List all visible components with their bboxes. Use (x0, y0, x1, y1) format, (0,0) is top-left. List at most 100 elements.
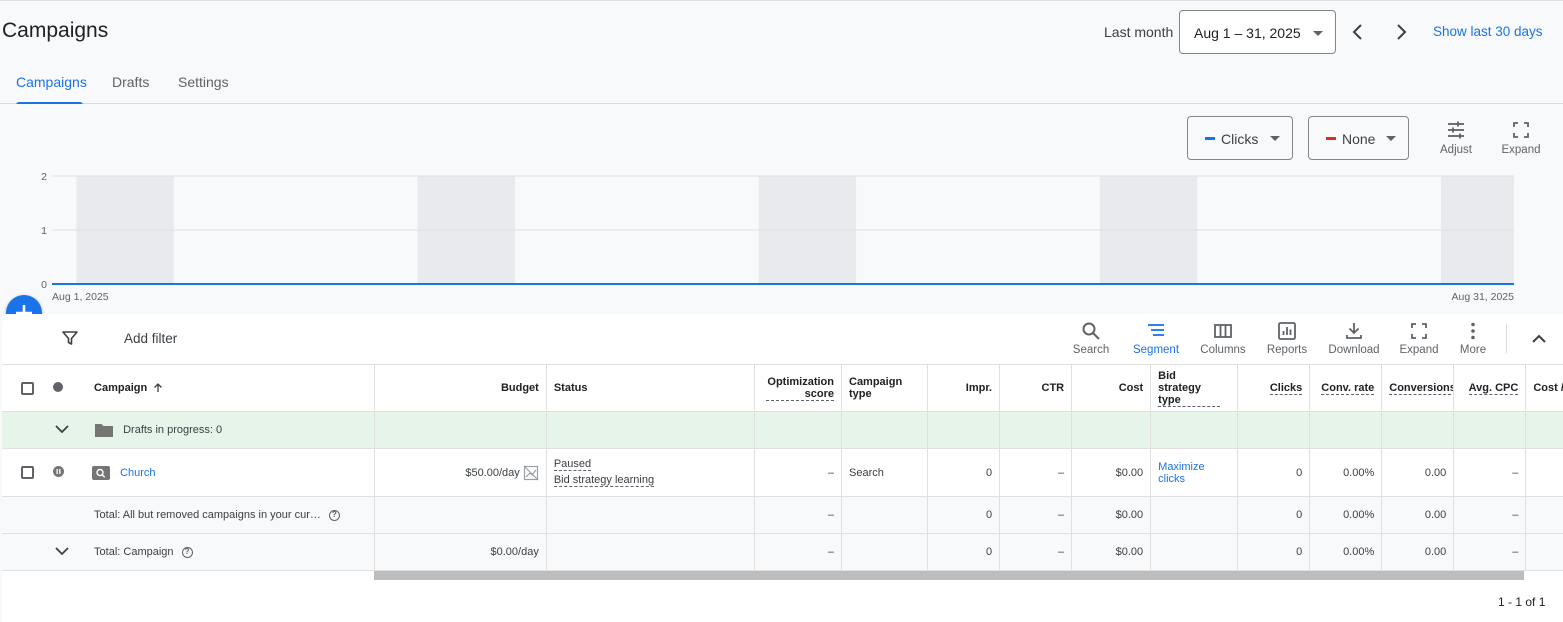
total-all-cost: $0.00 (1071, 496, 1152, 534)
download-label: Download (1328, 344, 1380, 356)
adjust-chart-button[interactable]: Adjust (1431, 120, 1481, 156)
tab-campaigns[interactable]: Campaigns (16, 74, 87, 90)
campaigns-table-panel: Add filter Search Segment Columns Report… (2, 314, 1563, 622)
tab-drafts[interactable]: Drafts (112, 74, 149, 90)
reports-label: Reports (1266, 344, 1308, 356)
avg-cpc-header-label: Avg. CPC (1468, 381, 1519, 395)
filter-icon[interactable] (62, 330, 78, 346)
drafts-row[interactable]: Drafts in progress: 0 (2, 411, 1563, 449)
date-range-picker[interactable]: Aug 1 – 31, 2025 (1179, 10, 1336, 54)
empty-cell (1309, 411, 1383, 449)
previous-period-button[interactable] (1344, 18, 1372, 46)
help-icon[interactable]: ? (181, 546, 193, 558)
status-paused[interactable]: Paused (553, 458, 592, 471)
tune-icon (1448, 121, 1464, 139)
row-checkbox[interactable] (21, 466, 34, 479)
total-all-label: Total: All but removed campaigns in your… (94, 509, 321, 521)
header-status-dot-cell (40, 364, 79, 412)
segment-button[interactable]: Segment (1130, 321, 1182, 356)
expand-table-button[interactable]: Expand (1396, 321, 1442, 356)
total-campaign-ctr: – (999, 533, 1073, 571)
header-conversions[interactable]: Conversions (1381, 364, 1455, 412)
show-last-30-days-link[interactable]: Show last 30 days (1433, 24, 1543, 39)
metric-2-select[interactable]: None (1308, 116, 1409, 160)
header-budget[interactable]: Budget (374, 364, 547, 412)
date-range-value: Aug 1 – 31, 2025 (1194, 25, 1301, 41)
cost-per-cell (1525, 448, 1563, 497)
header-campaign-type[interactable]: Campaign type (841, 364, 929, 412)
folder-icon (95, 424, 114, 437)
expand-chart-button[interactable]: Expand (1496, 120, 1546, 156)
chevron-down-icon[interactable] (54, 543, 70, 559)
header-cost[interactable]: Cost (1071, 364, 1152, 412)
total-all-conversions: 0.00 (1381, 496, 1455, 534)
budget-cell: $50.00/day (374, 448, 547, 497)
ctr-cell: – (999, 448, 1073, 497)
y-tick-label: 1 (41, 225, 47, 237)
tab-settings[interactable]: Settings (178, 74, 229, 90)
header-conv-rate[interactable]: Conv. rate (1309, 364, 1383, 412)
header-clicks[interactable]: Clicks (1237, 364, 1311, 412)
y-tick-label: 2 (41, 171, 47, 183)
chevron-down-icon[interactable] (54, 421, 70, 437)
campaign-header-label: Campaign (94, 382, 148, 394)
clicks-header-label: Clicks (1269, 381, 1303, 395)
bid-strategy-link[interactable]: Maximize clicks (1158, 461, 1224, 485)
header-optimization-score[interactable]: Optimization score (754, 364, 843, 412)
empty-cell (1150, 533, 1239, 571)
status-bid-strategy-learning[interactable]: Bid strategy learning (553, 474, 655, 487)
header-impr[interactable]: Impr. (927, 364, 1001, 412)
select-all-checkbox[interactable] (21, 381, 34, 395)
empty-cell (1071, 411, 1152, 449)
search-campaign-icon (92, 465, 111, 480)
total-campaign-conversions: 0.00 (1381, 533, 1455, 571)
total-campaign-clicks: 0 (1237, 533, 1311, 571)
status-cell: Paused Bid strategy learning (546, 448, 755, 497)
paused-status-icon[interactable] (53, 465, 65, 477)
header-cost-per[interactable]: Cost / (1525, 364, 1563, 412)
y-tick-label: 0 (41, 279, 47, 291)
header-ctr[interactable]: CTR (999, 364, 1073, 412)
empty-cell (927, 411, 1001, 449)
empty-cell (374, 411, 547, 449)
download-button[interactable]: Download (1324, 321, 1384, 356)
total-campaign-impr: 0 (927, 533, 1001, 571)
budget-value: $50.00/day (465, 466, 520, 479)
x-tick-label-end: Aug 31, 2025 (1452, 291, 1515, 303)
reports-button[interactable]: Reports (1263, 321, 1311, 356)
total-campaign-avg-cpc: – (1453, 533, 1527, 571)
header-status[interactable]: Status (546, 364, 755, 412)
total-campaign-budget: $0.00/day (374, 533, 547, 571)
table-header-row: Campaign Budget Status Optimization scor… (2, 364, 1563, 412)
total-all-label-cell: Total: All but removed campaigns in your… (78, 496, 375, 534)
total-campaign-label: Total: Campaign (94, 546, 174, 558)
help-icon[interactable]: ? (328, 509, 340, 521)
row-checkbox-cell (2, 448, 41, 497)
dropdown-arrow-icon (1313, 31, 1323, 36)
chevron-up-icon[interactable] (1530, 330, 1548, 348)
header-bid-strategy-type[interactable]: Bid strategy type (1150, 364, 1239, 412)
search-button[interactable]: Search (1069, 321, 1113, 356)
add-filter-button[interactable]: Add filter (124, 331, 177, 346)
horizontal-scrollbar[interactable] (374, 571, 1524, 580)
columns-button[interactable]: Columns (1196, 321, 1250, 356)
performance-chart-area: Clicks None Adjust Expand 0 1 2 Aug 1, 202… (0, 104, 1563, 314)
empty-cell (546, 411, 755, 449)
row-status-cell (40, 448, 79, 497)
total-all-conv-rate: 0.00% (1309, 496, 1383, 534)
metric-2-label: None (1342, 131, 1376, 147)
more-button[interactable]: More (1454, 321, 1492, 356)
campaign-link[interactable]: Church (120, 466, 155, 478)
expand-label: Expand (1501, 144, 1541, 156)
dropdown-arrow-icon (1270, 136, 1280, 141)
header-avg-cpc[interactable]: Avg. CPC (1453, 364, 1527, 412)
empty-cell (546, 533, 755, 571)
total-all-impr: 0 (927, 496, 1001, 534)
campaigns-table: Campaign Budget Status Optimization scor… (2, 364, 1563, 571)
next-period-button[interactable] (1387, 18, 1415, 46)
metric-1-select[interactable]: Clicks (1187, 116, 1293, 160)
top-bar: Campaigns Last month Aug 1 – 31, 2025 Sh… (0, 0, 1563, 105)
toolbar-divider (1506, 324, 1507, 353)
total-all-clicks: 0 (1237, 496, 1311, 534)
header-campaign[interactable]: Campaign (78, 364, 375, 412)
